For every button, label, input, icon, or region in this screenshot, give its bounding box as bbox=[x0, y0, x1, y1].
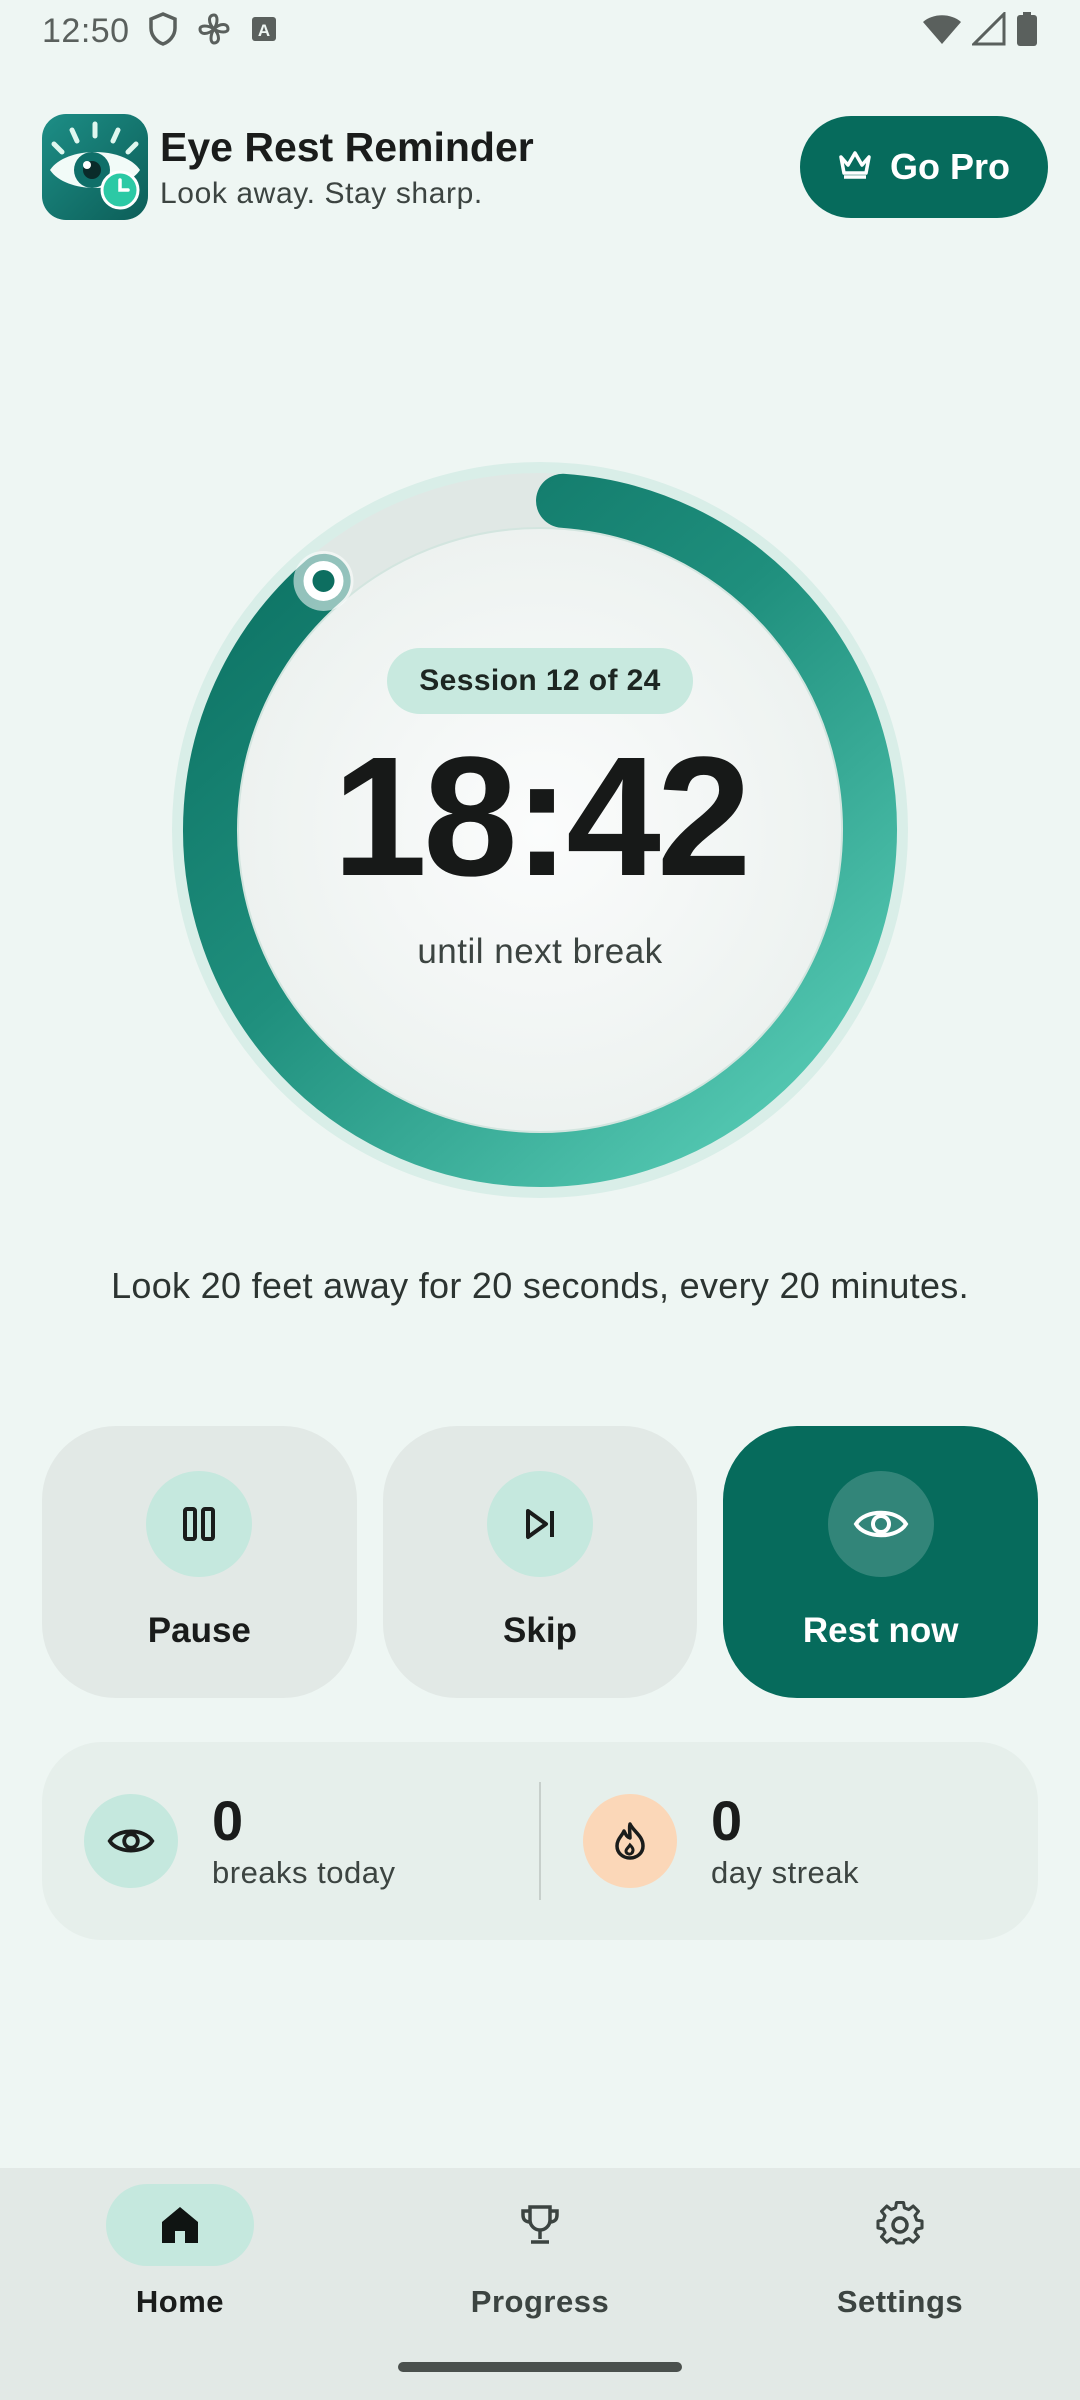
signal-icon bbox=[970, 9, 1006, 51]
app-tagline: Look away. Stay sharp. bbox=[160, 176, 483, 210]
keyboard-a-icon: A bbox=[250, 15, 278, 48]
trophy-icon bbox=[466, 2184, 614, 2266]
day-streak-stat: 0 day streak bbox=[541, 1791, 1038, 1891]
app-header: Eye Rest Reminder Look away. Stay sharp.… bbox=[42, 113, 1048, 221]
stats-card: 0 breaks today 0 day streak bbox=[42, 1742, 1038, 1940]
skip-label: Skip bbox=[503, 1611, 577, 1650]
pause-button[interactable]: Pause bbox=[42, 1426, 357, 1698]
status-bar: 12:50 A bbox=[0, 0, 1080, 62]
countdown-time: 18:42 bbox=[332, 722, 752, 912]
flame-icon bbox=[583, 1794, 677, 1888]
status-time: 12:50 bbox=[42, 11, 130, 50]
app-title: Eye Rest Reminder bbox=[160, 123, 534, 170]
session-badge: Session 12 of 24 bbox=[387, 648, 693, 714]
timer-ring: Session 12 of 24 18:42 until next break bbox=[166, 456, 914, 1204]
eye-icon bbox=[827, 1471, 934, 1577]
crown-icon bbox=[838, 146, 872, 188]
rest-now-button[interactable]: Rest now bbox=[723, 1426, 1039, 1698]
rest-now-label: Rest now bbox=[802, 1611, 959, 1650]
brand: Eye Rest Reminder Look away. Stay sharp. bbox=[42, 114, 534, 220]
breaks-today-label: breaks today bbox=[212, 1855, 396, 1890]
pause-icon bbox=[146, 1471, 253, 1577]
app-logo bbox=[42, 114, 148, 220]
nav-item-home[interactable]: Home bbox=[0, 2168, 360, 2400]
countdown-caption: until next break bbox=[417, 932, 663, 971]
rule-tip: Look 20 feet away for 20 seconds, every … bbox=[111, 1265, 969, 1306]
gesture-bar[interactable] bbox=[398, 2362, 682, 2372]
battery-icon bbox=[1016, 11, 1038, 51]
eye-icon bbox=[84, 1794, 178, 1888]
action-buttons: Pause Skip Rest now bbox=[42, 1426, 1039, 1698]
go-pro-button[interactable]: Go Pro bbox=[800, 116, 1048, 218]
nav-label-home: Home bbox=[135, 2284, 225, 2319]
nav-label-settings: Settings bbox=[836, 2284, 964, 2319]
pinwheel-icon bbox=[196, 11, 232, 52]
skip-button[interactable]: Skip bbox=[382, 1426, 698, 1698]
svg-text:A: A bbox=[257, 21, 269, 40]
wifi-icon bbox=[922, 12, 962, 51]
nav-item-settings[interactable]: Settings bbox=[720, 2168, 1080, 2400]
day-streak-label: day streak bbox=[711, 1855, 860, 1890]
nav-label-progress: Progress bbox=[470, 2284, 610, 2319]
shield-icon bbox=[148, 11, 178, 51]
home-icon bbox=[106, 2184, 254, 2266]
skip-next-icon bbox=[487, 1471, 593, 1577]
breaks-today-stat: 0 breaks today bbox=[42, 1791, 539, 1891]
breaks-today-value: 0 bbox=[212, 1789, 244, 1852]
pause-label: Pause bbox=[147, 1611, 251, 1650]
day-streak-value: 0 bbox=[711, 1789, 743, 1852]
gear-icon bbox=[826, 2184, 974, 2266]
go-pro-label: Go Pro bbox=[889, 146, 1010, 187]
